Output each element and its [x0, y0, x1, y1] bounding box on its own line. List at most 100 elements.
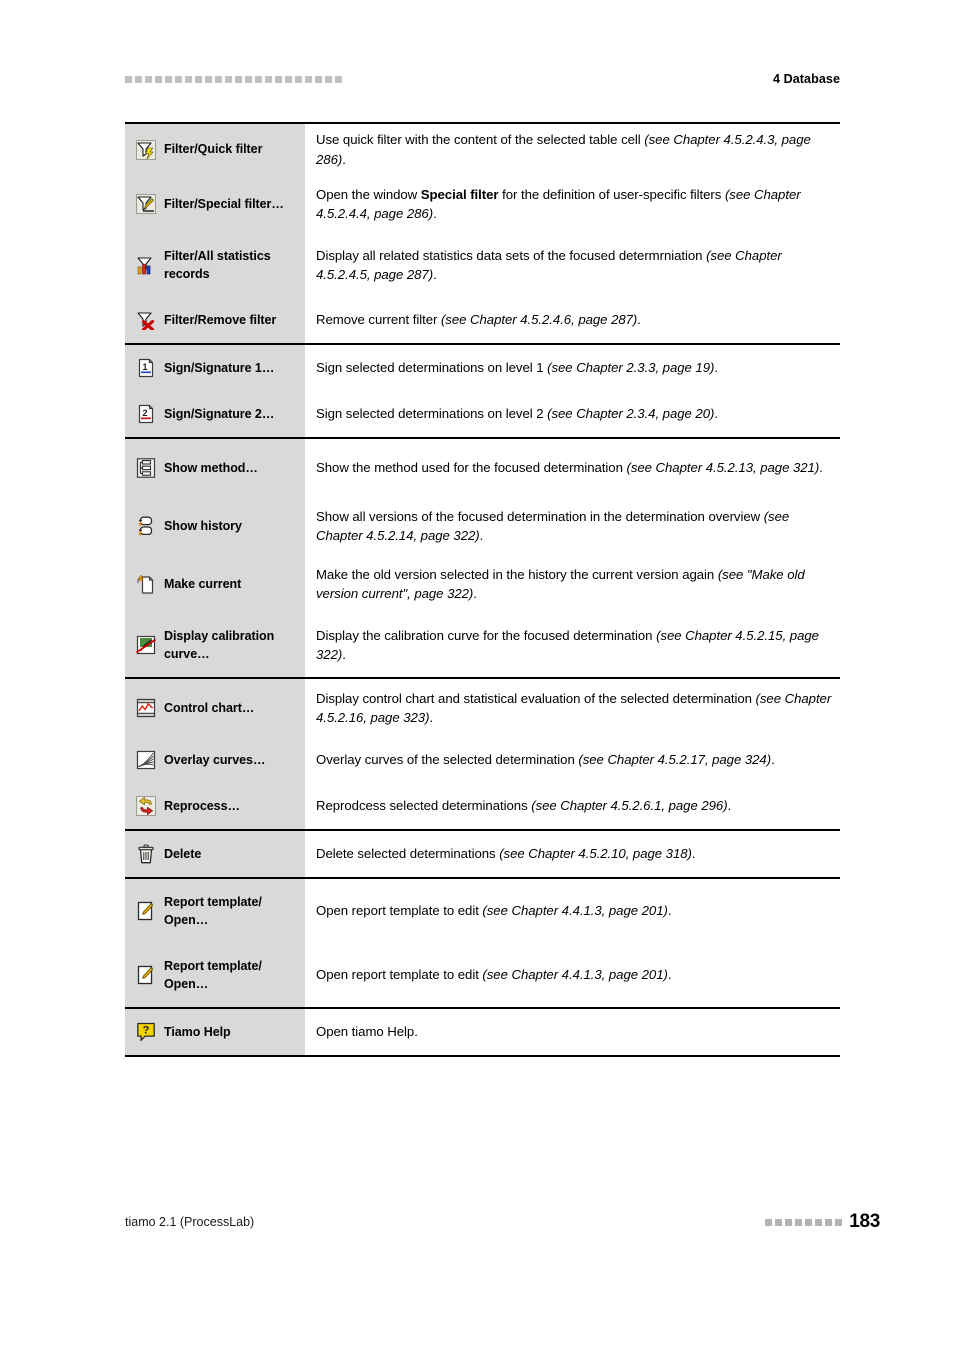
icon-reference-table: Filter/Quick filter Use quick filter with… [125, 122, 840, 1058]
table-row: Make current Make the old version selecte… [125, 555, 840, 614]
filter-special-icon [135, 193, 157, 215]
footer-page-group: 183 [765, 1211, 880, 1233]
table-row: Overlay curves… Overlay curves of the sel… [125, 737, 840, 784]
table-row: Reprocess… Reprodcess selected determinat… [125, 783, 840, 830]
description-text: Overlay curves of the selected determina… [316, 752, 775, 768]
svg-text:?: ? [143, 1025, 150, 1037]
icon-label: Display calibration curve… [164, 628, 275, 662]
footer-decoration-squares [765, 1218, 843, 1226]
icon-label: Filter/Special filter… [164, 197, 284, 211]
icon-cell: Control chart… [125, 679, 305, 738]
table-row: Control chart… Display control chart and … [125, 679, 840, 738]
table-row: Delete Delete selected determinations (se… [125, 831, 840, 878]
page-footer: tiamo 2.1 (ProcessLab) 183 [125, 1211, 880, 1233]
table-row: 2 Sign/Signature 2… Sign selected determin… [125, 391, 840, 438]
icon-label: Filter/Remove filter [164, 313, 277, 327]
document-page: 4 Database Filter/Quick filter Use quick … [0, 0, 954, 1350]
page-number: 183 [849, 1211, 880, 1232]
table-row: Display calibration curve… Display the ca… [125, 613, 840, 678]
table-group: Delete Delete selected determinations (se… [125, 831, 840, 880]
description-text: Open tiamo Help. [316, 1024, 418, 1040]
reprocess-icon [135, 795, 157, 817]
signature-level-2-icon: 2 [135, 403, 157, 425]
table-row: Show history Show all versions of the foc… [125, 497, 840, 556]
icon-cell: Filter/Quick filter [125, 124, 305, 176]
table-group: Filter/Quick filter Use quick filter with… [125, 124, 840, 346]
icon-cell: Display calibration curve… [125, 613, 305, 678]
icon-label: Make current [164, 577, 242, 591]
description-cell: Show the method used for the focused det… [305, 439, 840, 498]
desc-reference: (see Chapter 2.3.4, page 20) [547, 406, 715, 422]
description-text: Open report template to edit (see Chapte… [316, 967, 672, 983]
table-row: Filter/Remove filter Remove current filte… [125, 297, 840, 344]
make-current-icon [135, 573, 157, 595]
show-history-icon [135, 515, 157, 537]
table-row: 1 Sign/Signature 1… Sign selected determin… [125, 345, 840, 392]
icon-cell: Report template/ Open… [125, 879, 305, 944]
description-text: Show the method used for the focused det… [316, 460, 823, 476]
table-row: Filter/All statistics records Display all… [125, 233, 840, 298]
description-text: Sign selected determinations on level 2 … [316, 406, 718, 422]
description-cell: Open tiamo Help. [305, 1009, 840, 1056]
description-text: Open the window Special filter for the d… [316, 186, 801, 222]
desc-reference: (see Chapter 4.5.2.10, page 318) [499, 846, 692, 862]
description-text: Use quick filter with the content of the… [316, 132, 811, 167]
icon-label: Report template/ Open… [164, 958, 262, 992]
icon-label: Tiamo Help [164, 1025, 231, 1039]
description-cell: Remove current filter (see Chapter 4.5.2… [305, 297, 840, 344]
filter-all-statistics-icon [135, 254, 157, 276]
table-group: Show method… Show the method used for the… [125, 439, 840, 680]
description-cell: Make the old version selected in the his… [305, 555, 840, 614]
icon-label: Delete [164, 847, 202, 861]
control-chart-icon [135, 697, 157, 719]
icon-label: Control chart… [164, 701, 255, 715]
icon-label: Filter/All statistics records [164, 248, 271, 282]
page-header: 4 Database [125, 68, 840, 90]
table-row: Report template/ Open… Open report templa… [125, 943, 840, 1008]
description-text: Display the calibration curve for the fo… [316, 627, 819, 663]
tiamo-help-icon: ? [135, 1021, 157, 1043]
icon-cell: ? Tiamo Help [125, 1009, 305, 1056]
desc-reference: (see Chapter 2.3.3, page 19) [547, 360, 715, 376]
description-cell: Open report template to edit (see Chapte… [305, 943, 840, 1008]
description-text: Show all versions of the focused determi… [316, 508, 790, 544]
icon-label: Report template/ Open… [164, 894, 262, 928]
icon-cell: Show method… [125, 439, 305, 498]
filter-remove-icon [135, 309, 157, 331]
desc-reference: (see Chapter 4.5.2.13, page 321) [626, 460, 820, 476]
table-row: ? Tiamo Help Open tiamo Help. [125, 1009, 840, 1056]
icon-cell: Show history [125, 497, 305, 556]
description-cell: Delete selected determinations (see Chap… [305, 831, 840, 878]
desc-reference: (see Chapter 4.4.1.3, page 201) [482, 903, 668, 919]
icon-cell: Report template/ Open… [125, 943, 305, 1008]
svg-text:2: 2 [142, 408, 147, 418]
icon-cell: Overlay curves… [125, 737, 305, 784]
display-calibration-curve-icon [135, 634, 157, 656]
description-text: Open report template to edit (see Chapte… [316, 903, 672, 919]
header-decoration-squares [125, 75, 342, 83]
show-method-icon [135, 457, 157, 479]
icon-label: Sign/Signature 2… [164, 407, 275, 421]
signature-level-1-icon: 1 [135, 357, 157, 379]
desc-reference: (see Chapter 4.4.1.3, page 201) [482, 967, 668, 983]
icon-cell: Delete [125, 831, 305, 878]
icon-cell: Filter/All statistics records [125, 233, 305, 298]
description-text: Delete selected determinations (see Chap… [316, 846, 696, 862]
desc-reference: (see Chapter 4.5.2.6.1, page 296) [531, 798, 728, 814]
description-cell: Sign selected determinations on level 1 … [305, 345, 840, 392]
description-cell: Open report template to edit (see Chapte… [305, 879, 840, 944]
table-group: Report template/ Open… Open report templa… [125, 879, 840, 1010]
description-cell: Overlay curves of the selected determina… [305, 737, 840, 784]
desc-reference: (see Chapter 4.5.2.4.6, page 287) [440, 312, 638, 328]
header-chapter-title: 4 Database [772, 72, 840, 86]
icon-label: Show method… [164, 461, 258, 475]
icon-cell: Filter/Special filter… [125, 175, 305, 234]
description-text: Make the old version selected in the his… [316, 566, 805, 602]
description-text: Remove current filter (see Chapter 4.5.2… [316, 312, 641, 328]
description-text: Sign selected determinations on level 1 … [316, 360, 718, 376]
table-group: Control chart… Display control chart and … [125, 679, 840, 832]
icon-label: Filter/Quick filter [164, 142, 263, 157]
description-cell: Show all versions of the focused determi… [305, 497, 840, 556]
description-cell: Display all related statistics data sets… [305, 233, 840, 298]
svg-text:1: 1 [142, 362, 147, 372]
